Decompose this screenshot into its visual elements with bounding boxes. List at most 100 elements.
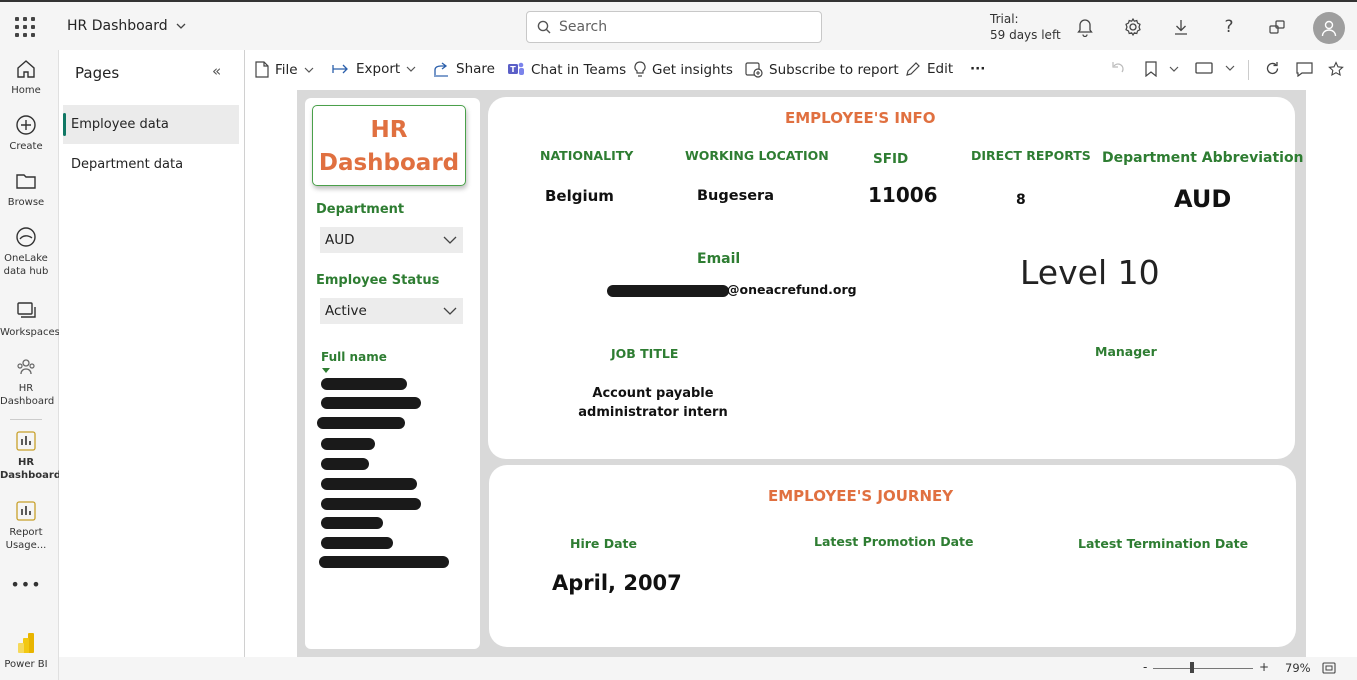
undo-icon[interactable] (1111, 61, 1125, 75)
sort-descending-icon[interactable] (322, 368, 330, 373)
edit-button[interactable]: Edit (905, 61, 953, 77)
redacted-name-row[interactable] (321, 517, 383, 529)
file-menu-button[interactable]: File (255, 61, 314, 78)
chevron-down-icon (1169, 66, 1179, 72)
redacted-name-row[interactable] (321, 438, 375, 450)
app-title-text: HR Dashboard (67, 18, 168, 34)
search-input[interactable]: Search (526, 11, 822, 43)
file-icon (255, 61, 269, 78)
zoom-in-button[interactable]: + (1259, 660, 1269, 674)
employee-info-card: EMPLOYEE'S INFO NATIONALITY Belgium WORK… (488, 97, 1304, 459)
employee-status-selected-value: Active (325, 303, 367, 319)
workspaces-icon (17, 302, 36, 318)
person-icon (1321, 20, 1337, 37)
redacted-name-row[interactable] (321, 498, 421, 510)
collapse-pane-icon[interactable]: « (212, 62, 221, 80)
rail-hr-dashboard-report-label-2: Dashboard (0, 470, 61, 481)
rail-browse[interactable]: Browse (0, 170, 52, 209)
email-label: Email (697, 251, 741, 267)
feedback-icon[interactable] (1266, 16, 1288, 38)
rail-report-usage-label-2: Usage... (5, 540, 47, 551)
zoom-slider-thumb[interactable] (1190, 662, 1194, 673)
chevron-down-icon (176, 23, 186, 29)
redacted-name-row[interactable] (321, 397, 421, 409)
export-arrow-icon (332, 64, 348, 74)
chevron-down-icon (304, 67, 314, 73)
rail-hr-workspace-label-2: Dashboard (0, 396, 55, 407)
help-icon[interactable]: ? (1218, 16, 1240, 38)
app-launcher-icon[interactable] (13, 15, 37, 39)
rail-report-usage-label-1: Report (9, 527, 43, 538)
job-title-label: JOB TITLE (611, 346, 679, 361)
department-slicer-label: Department (316, 202, 405, 217)
job-title-line-2: administrator intern (578, 405, 728, 420)
redacted-name-row[interactable] (319, 556, 449, 568)
comment-icon[interactable] (1296, 61, 1313, 77)
fit-to-page-icon[interactable] (1322, 662, 1336, 677)
export-menu-button[interactable]: Export (332, 61, 416, 77)
favorite-star-icon[interactable] (1328, 61, 1344, 77)
subscribe-button[interactable]: Subscribe to report (745, 61, 899, 78)
rail-more-icon[interactable]: ••• (0, 577, 52, 593)
rail-home[interactable]: Home (0, 58, 52, 97)
page-tab-label: Employee data (71, 117, 169, 132)
share-icon (434, 61, 448, 77)
view-menu-button[interactable] (1195, 61, 1235, 75)
view-icon (1195, 62, 1213, 74)
department-abbreviation-label: Department Abbreviation (1102, 150, 1304, 166)
gear-icon[interactable] (1122, 16, 1144, 38)
get-insights-button[interactable]: Get insights (634, 61, 733, 78)
redacted-name-row[interactable] (317, 417, 405, 429)
rail-create-label: Create (9, 141, 43, 152)
left-nav-rail: Home Create Browse OneLake data hub Work… (0, 50, 61, 680)
more-label: ··· (970, 61, 986, 77)
rail-workspaces[interactable]: Workspaces (0, 300, 60, 339)
chat-in-teams-button[interactable]: T Chat in Teams (507, 61, 626, 78)
more-options-button[interactable]: ··· (970, 61, 985, 77)
page-tab-employee-data[interactable]: Employee data (63, 105, 239, 144)
page-tab-department-data[interactable]: Department data (63, 145, 239, 184)
direct-reports-label: DIRECT REPORTS (971, 148, 1091, 163)
latest-termination-date-label: Latest Termination Date (1078, 536, 1249, 551)
filter-panel: HR Dashboard Department AUD Employee Sta… (305, 98, 480, 649)
rail-create[interactable]: Create (0, 114, 52, 153)
zoom-out-button[interactable]: - (1143, 660, 1147, 674)
rail-workspaces-label: Workspaces (0, 327, 60, 338)
redacted-name-row[interactable] (321, 458, 369, 470)
redacted-name-row[interactable] (321, 537, 393, 549)
app-title[interactable]: HR Dashboard (67, 18, 186, 34)
nationality-value: Belgium (545, 187, 614, 205)
department-dropdown[interactable]: AUD (320, 227, 463, 253)
working-location-value: Bugesera (697, 188, 774, 204)
zoom-level[interactable]: 79% (1285, 661, 1311, 675)
file-label: File (275, 61, 298, 78)
rail-hr-dashboard-report[interactable]: HR Dashboard (0, 430, 61, 482)
avatar[interactable] (1313, 12, 1345, 44)
rail-hr-workspace[interactable]: HR Dashboard (0, 356, 55, 408)
bell-icon[interactable] (1074, 16, 1096, 38)
search-icon (537, 20, 551, 34)
rail-onelake-label-2: data hub (3, 266, 49, 277)
full-name-column-header[interactable]: Full name (321, 350, 387, 364)
rail-powerbi[interactable]: Power BI (0, 632, 52, 671)
rail-onelake[interactable]: OneLake data hub (0, 226, 52, 278)
download-icon[interactable] (1170, 16, 1192, 38)
zoom-slider[interactable] (1153, 668, 1253, 669)
refresh-icon[interactable] (1265, 61, 1280, 76)
pages-pane: Pages « Employee data Department data (59, 50, 245, 657)
bookmark-menu-button[interactable] (1145, 61, 1179, 77)
trial-status: Trial: 59 days left (990, 11, 1061, 43)
top-bar: HR Dashboard Search Trial: 59 days left … (0, 0, 1357, 50)
lightbulb-icon (634, 61, 646, 77)
employee-info-title: EMPLOYEE'S INFO (785, 109, 936, 127)
redacted-name-row[interactable] (321, 378, 407, 390)
share-button[interactable]: Share (433, 61, 495, 77)
redacted-email (607, 285, 729, 297)
employee-status-dropdown[interactable]: Active (320, 298, 463, 324)
level-value: Level 10 (1020, 253, 1160, 292)
report-command-bar: File Export Share T Chat in Teams Get in… (245, 50, 1357, 90)
rail-home-label: Home (11, 85, 41, 96)
manager-label: Manager (1095, 344, 1157, 359)
rail-report-usage[interactable]: Report Usage... (0, 500, 52, 552)
redacted-name-row[interactable] (321, 478, 417, 490)
